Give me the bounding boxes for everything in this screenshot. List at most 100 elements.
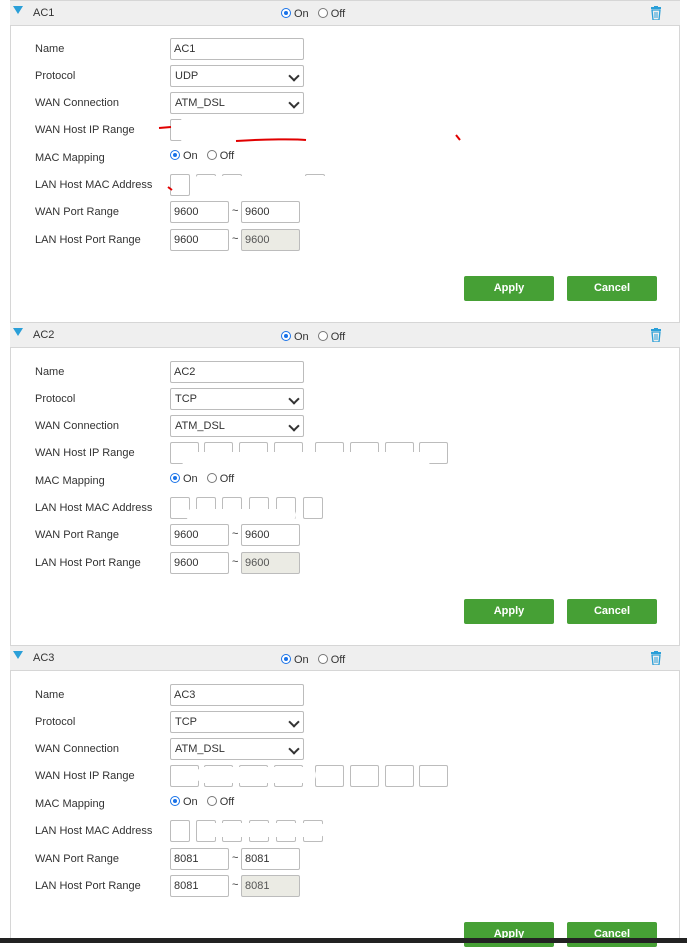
name-label: Name bbox=[35, 366, 65, 378]
mac-mapping-label: MAC Mapping bbox=[35, 152, 105, 164]
wan-connection-select[interactable]: ATM_DSL bbox=[170, 92, 304, 114]
chevron-down-icon bbox=[288, 393, 300, 405]
enable-off-radio[interactable] bbox=[317, 654, 328, 664]
redaction-mark bbox=[196, 767, 316, 783]
trash-icon[interactable] bbox=[650, 328, 662, 342]
caret-down-icon[interactable] bbox=[13, 651, 23, 659]
rule-enable-toggle: On Off bbox=[281, 8, 351, 20]
lan-host-mac-label: LAN Host MAC Address bbox=[35, 502, 153, 514]
wan-port-end-input[interactable]: 8081 bbox=[241, 848, 300, 870]
chevron-down-icon bbox=[288, 743, 300, 755]
redaction-stroke bbox=[167, 186, 173, 191]
wan-ip-end-octet-3[interactable] bbox=[385, 765, 414, 787]
lan-host-mac-label: LAN Host MAC Address bbox=[35, 825, 153, 837]
apply-button[interactable]: Apply bbox=[464, 922, 554, 947]
lan-port-end-input: 9600 bbox=[241, 552, 300, 574]
wan-ip-end-octet-4[interactable] bbox=[419, 765, 448, 787]
apply-button[interactable]: Apply bbox=[464, 599, 554, 624]
wan-connection-label: WAN Connection bbox=[35, 420, 119, 432]
chevron-down-icon bbox=[288, 70, 300, 82]
wan-host-ip-range-label: WAN Host IP Range bbox=[35, 124, 135, 136]
wan-port-range-label: WAN Port Range bbox=[35, 853, 119, 865]
chevron-down-icon bbox=[288, 420, 300, 432]
enable-on-radio[interactable] bbox=[281, 331, 291, 341]
lan-host-port-range-label: LAN Host Port Range bbox=[35, 880, 141, 892]
cancel-button[interactable]: Cancel bbox=[567, 922, 657, 947]
protocol-select[interactable]: TCP bbox=[170, 711, 304, 733]
cancel-button[interactable]: Cancel bbox=[567, 599, 657, 624]
protocol-select[interactable]: UDP bbox=[170, 65, 304, 87]
lan-port-start-input[interactable]: 8081 bbox=[170, 875, 229, 897]
mac-mapping-off-radio[interactable] bbox=[206, 796, 217, 806]
mac-mapping-toggle: On Off bbox=[170, 473, 240, 485]
rule-body: Name AC1 Protocol UDP WAN Connection ATM… bbox=[10, 26, 680, 322]
wan-ip-end-octet-2[interactable] bbox=[350, 765, 379, 787]
enable-on-radio[interactable] bbox=[281, 8, 291, 18]
wan-connection-label: WAN Connection bbox=[35, 97, 119, 109]
name-input[interactable]: AC3 bbox=[170, 684, 304, 706]
rule-header[interactable]: AC2 On Off bbox=[10, 322, 680, 348]
name-label: Name bbox=[35, 43, 65, 55]
lan-host-mac-label: LAN Host MAC Address bbox=[35, 179, 153, 191]
wan-connection-select[interactable]: ATM_DSL bbox=[170, 738, 304, 760]
enable-on-radio[interactable] bbox=[281, 654, 291, 664]
mac-mapping-on-radio[interactable] bbox=[170, 473, 180, 483]
mac-mapping-off-radio[interactable] bbox=[206, 473, 217, 483]
trash-icon[interactable] bbox=[650, 651, 662, 665]
wan-port-start-input[interactable]: 9600 bbox=[170, 201, 229, 223]
mac-mapping-toggle: On Off bbox=[170, 796, 240, 808]
protocol-label: Protocol bbox=[35, 70, 76, 82]
lan-port-start-input[interactable]: 9600 bbox=[170, 229, 229, 251]
wan-port-start-input[interactable]: 8081 bbox=[170, 848, 229, 870]
enable-off-radio[interactable] bbox=[317, 331, 328, 341]
protocol-select[interactable]: TCP bbox=[170, 388, 304, 410]
mac-mapping-on-radio[interactable] bbox=[170, 796, 180, 806]
caret-down-icon[interactable] bbox=[13, 6, 23, 14]
caret-down-icon[interactable] bbox=[13, 328, 23, 336]
mac-octet-6[interactable] bbox=[303, 497, 323, 519]
rule-title: AC2 bbox=[33, 329, 55, 341]
wan-port-range-label: WAN Port Range bbox=[35, 206, 119, 218]
wan-host-ip-range-label: WAN Host IP Range bbox=[35, 447, 135, 459]
rule-title: AC3 bbox=[33, 652, 55, 664]
rule-header[interactable]: AC1 On Off bbox=[10, 0, 680, 26]
rule-enable-toggle: On Off bbox=[281, 654, 351, 666]
taskbar-edge bbox=[0, 938, 687, 943]
redaction-mark bbox=[191, 176, 343, 198]
protocol-label: Protocol bbox=[35, 393, 76, 405]
range-separator: ~ bbox=[232, 556, 239, 568]
wan-ip-start-octet-1[interactable] bbox=[170, 765, 199, 787]
redaction-stroke bbox=[158, 126, 461, 142]
wan-ip-end-octet-1[interactable] bbox=[315, 765, 344, 787]
rule-header[interactable]: AC3 On Off bbox=[10, 645, 680, 671]
mac-mapping-off-radio[interactable] bbox=[206, 150, 217, 160]
wan-port-end-input[interactable]: 9600 bbox=[241, 201, 300, 223]
cancel-button[interactable]: Cancel bbox=[567, 276, 657, 301]
name-input[interactable]: AC1 bbox=[170, 38, 304, 60]
redaction-mark bbox=[181, 452, 431, 466]
name-input[interactable]: AC2 bbox=[170, 361, 304, 383]
rule-body: Name AC2 Protocol TCP WAN Connection ATM… bbox=[10, 348, 680, 645]
rule-enable-toggle: On Off bbox=[281, 331, 351, 343]
range-separator: ~ bbox=[232, 528, 239, 540]
wan-port-start-input[interactable]: 9600 bbox=[170, 524, 229, 546]
wan-connection-select[interactable]: ATM_DSL bbox=[170, 415, 304, 437]
lan-host-port-range-label: LAN Host Port Range bbox=[35, 557, 141, 569]
enable-off-radio[interactable] bbox=[317, 8, 328, 18]
name-label: Name bbox=[35, 689, 65, 701]
mac-mapping-toggle: On Off bbox=[170, 150, 240, 162]
range-separator: ~ bbox=[232, 852, 239, 864]
lan-port-start-input[interactable]: 9600 bbox=[170, 552, 229, 574]
chevron-down-icon bbox=[288, 97, 300, 109]
range-separator: ~ bbox=[232, 233, 239, 245]
mac-octet-1[interactable] bbox=[170, 820, 190, 842]
redaction-mark bbox=[201, 823, 326, 837]
range-separator: ~ bbox=[232, 205, 239, 217]
wan-port-range-label: WAN Port Range bbox=[35, 529, 119, 541]
wan-port-end-input[interactable]: 9600 bbox=[241, 524, 300, 546]
range-separator: ~ bbox=[232, 879, 239, 891]
lan-port-end-input: 8081 bbox=[241, 875, 300, 897]
mac-mapping-on-radio[interactable] bbox=[170, 150, 180, 160]
trash-icon[interactable] bbox=[650, 6, 662, 20]
apply-button[interactable]: Apply bbox=[464, 276, 554, 301]
